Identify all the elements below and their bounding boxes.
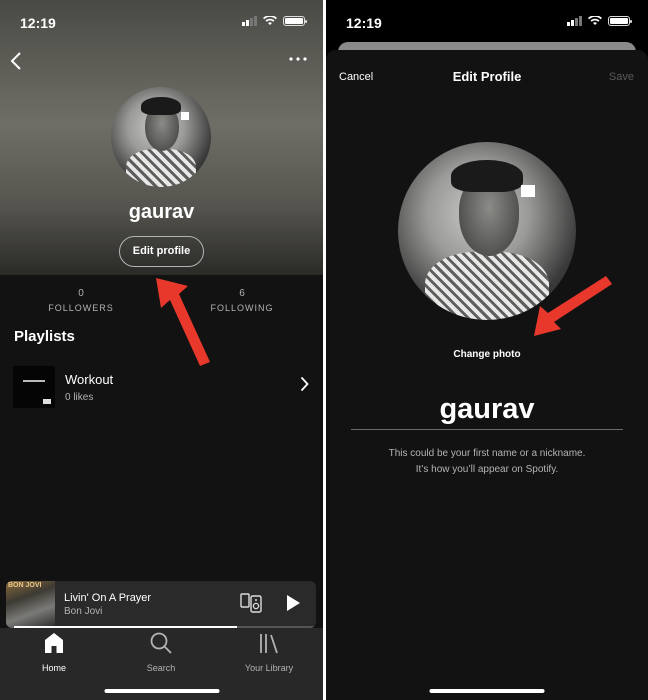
wifi-icon [588, 16, 602, 25]
back-button[interactable] [10, 50, 22, 78]
change-photo-button[interactable]: Change photo [326, 349, 648, 360]
page-title: Edit Profile [452, 69, 522, 84]
more-dots-icon [289, 57, 307, 61]
edit-profile-screen: 12:19 Cancel Edit Profile Save Change ph… [326, 0, 648, 700]
following-stat[interactable]: 6 FOLLOWING [187, 288, 297, 313]
now-playing-bar[interactable]: BON JOVI Livin' On A Prayer Bon Jovi [6, 581, 316, 628]
hint-line-1: This could be your first name or a nickn… [388, 448, 586, 459]
annotation-arrow-edit-profile [156, 278, 210, 366]
playlist-likes: 0 likes [65, 392, 94, 403]
playlist-cover [13, 366, 55, 408]
track-title: Livin' On A Prayer [64, 592, 152, 604]
status-time: 12:19 [346, 15, 382, 31]
hint-line-2: It’s how you’ll appear on Spotify. [415, 464, 559, 475]
chevron-left-icon [10, 52, 21, 70]
signal-icon [242, 16, 257, 26]
tab-bar: Home Search Your Library [0, 628, 323, 700]
more-options-button[interactable] [289, 48, 307, 66]
connect-device-button[interactable] [240, 593, 262, 613]
status-icons [567, 16, 632, 26]
display-name-hint: This could be your first name or a nickn… [326, 446, 648, 478]
following-label: FOLLOWING [210, 303, 274, 313]
home-indicator [104, 689, 219, 693]
display-name-input[interactable] [351, 390, 623, 430]
album-art-text: BON JOVI [8, 582, 42, 589]
library-icon [260, 634, 278, 654]
save-button[interactable]: Save [609, 71, 634, 83]
home-icon [45, 633, 63, 653]
tab-your-library-label: Your Library [244, 663, 294, 673]
tab-home-label: Home [41, 663, 66, 673]
track-artist: Bon Jovi [64, 606, 103, 617]
home-indicator [429, 689, 545, 693]
status-icons [242, 16, 307, 26]
battery-icon [283, 16, 307, 26]
tab-home[interactable]: Home [14, 632, 94, 673]
album-art: BON JOVI [6, 581, 55, 628]
devices-icon [240, 593, 262, 613]
tab-your-library[interactable]: Your Library [229, 632, 309, 673]
signal-icon [567, 16, 582, 26]
profile-photo[interactable] [398, 142, 576, 320]
search-icon [150, 632, 172, 654]
play-icon[interactable] [287, 595, 300, 611]
followers-stat[interactable]: 0 FOLLOWERS [26, 288, 136, 313]
profile-avatar [111, 87, 211, 187]
tab-search-label: Search [146, 663, 176, 673]
status-bar: 12:19 [0, 0, 323, 44]
following-count: 6 [239, 288, 245, 299]
wifi-icon [263, 16, 277, 25]
chevron-right-icon [300, 376, 309, 397]
edit-profile-button[interactable]: Edit profile [119, 236, 204, 267]
followers-count: 0 [78, 288, 84, 299]
status-time: 12:19 [20, 15, 56, 31]
status-bar: 12:19 [326, 0, 648, 44]
playlists-heading: Playlists [14, 328, 75, 345]
playlist-item[interactable]: Workout 0 likes [13, 366, 313, 410]
playlist-name: Workout [65, 372, 114, 387]
profile-name: gaurav [128, 201, 195, 223]
battery-icon [608, 16, 632, 26]
tab-search[interactable]: Search [121, 632, 201, 673]
followers-label: FOLLOWERS [48, 303, 114, 313]
profile-screen: 12:19 gaurav Edit profile 0 FOLLOWERS 6 … [0, 0, 323, 700]
